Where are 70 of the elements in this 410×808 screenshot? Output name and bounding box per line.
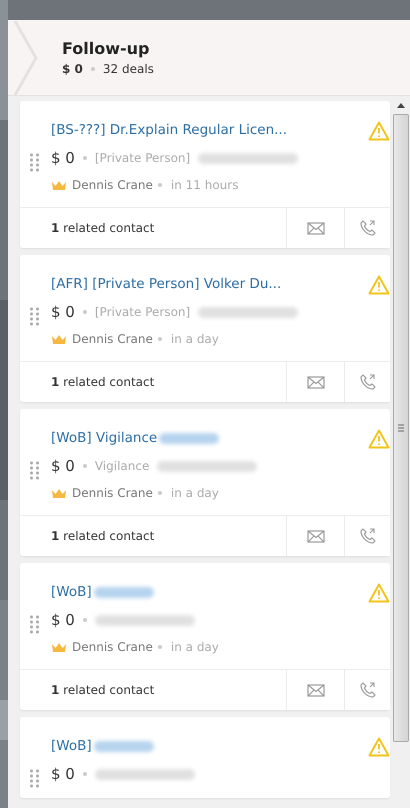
deal-card[interactable]: [WoB] $ 0 — [20, 717, 390, 798]
due-time: in a day — [170, 332, 219, 346]
organization-name: [Private Person] — [94, 305, 190, 319]
deal-title[interactable]: [WoB] — [51, 738, 92, 754]
stage-amount: $ 0 — [62, 62, 83, 76]
scroll-up-icon[interactable] — [397, 102, 405, 108]
deal-title[interactable]: [BS-???] Dr.Explain Regular Licen... — [51, 122, 287, 138]
separator-dot — [82, 618, 87, 622]
scroll-thumb[interactable] — [393, 114, 409, 742]
envelope-icon — [306, 376, 324, 388]
deal-title[interactable]: [AFR] [Private Person] Volker Du... — [51, 276, 282, 292]
drag-handle-icon[interactable] — [30, 615, 39, 635]
separator-dot — [82, 464, 87, 468]
crown-icon — [51, 488, 67, 498]
owner-name: Dennis Crane — [72, 332, 153, 346]
drag-handle-icon[interactable] — [30, 769, 39, 789]
separator-dot — [158, 337, 162, 341]
organization-name: Vigilance — [94, 459, 150, 473]
envelope-icon — [306, 222, 324, 234]
phone-icon — [358, 681, 376, 699]
related-contacts[interactable]: 1 related contact — [51, 529, 154, 543]
due-time: in a day — [170, 486, 219, 500]
drag-handle-icon[interactable] — [30, 461, 39, 481]
related-contacts[interactable]: 1 related contact — [51, 221, 154, 235]
deal-card[interactable]: [WoB] Vigilance $ 0 Vigilance Dennis Crane in a day 1 related contact — [20, 409, 390, 556]
email-button[interactable] — [286, 670, 344, 710]
deal-value: $ 0 — [51, 149, 75, 167]
separator-dot — [82, 156, 87, 160]
envelope-icon — [306, 530, 324, 542]
organization-name: [Private Person] — [94, 151, 190, 165]
related-contacts[interactable]: 1 related contact — [51, 683, 154, 697]
due-time: in a day — [170, 640, 219, 654]
deal-card[interactable]: [WoB] $ 0 Dennis Crane in a day 1 related contact — [20, 563, 390, 710]
owner-name: Dennis Crane — [72, 178, 153, 192]
owner-name: Dennis Crane — [72, 640, 153, 654]
crown-icon — [51, 180, 67, 190]
separator-dot — [158, 183, 162, 187]
separator-dot — [158, 491, 162, 495]
related-contacts[interactable]: 1 related contact — [51, 375, 154, 389]
call-button[interactable] — [344, 362, 390, 402]
due-time: in 11 hours — [170, 178, 238, 192]
deal-count: 32 deals — [102, 62, 154, 76]
crown-icon — [51, 642, 67, 652]
envelope-icon — [306, 684, 324, 696]
deal-value: $ 0 — [51, 765, 75, 783]
deal-title[interactable]: [WoB] Vigilance — [51, 430, 158, 446]
deal-card[interactable]: [AFR] [Private Person] Volker Du... $ 0 [Private Person] Dennis Crane in a day 1 related contact — [20, 255, 390, 402]
separator-dot — [90, 67, 95, 71]
email-button[interactable] — [286, 208, 344, 248]
separator-dot — [82, 310, 87, 314]
call-button[interactable] — [344, 670, 390, 710]
separator-dot — [158, 645, 162, 649]
deal-value: $ 0 — [51, 303, 75, 321]
drag-handle-icon[interactable] — [30, 307, 39, 327]
stage-title: Follow-up — [62, 39, 150, 58]
crown-icon — [51, 334, 67, 344]
phone-icon — [358, 527, 376, 545]
email-button[interactable] — [286, 516, 344, 556]
separator-dot — [82, 772, 87, 776]
call-button[interactable] — [344, 208, 390, 248]
email-button[interactable] — [286, 362, 344, 402]
deal-value: $ 0 — [51, 457, 75, 475]
phone-icon — [358, 219, 376, 237]
phone-icon — [358, 373, 376, 391]
deal-title[interactable]: [WoB] — [51, 584, 92, 600]
drag-handle-icon[interactable] — [30, 153, 39, 173]
deal-card[interactable]: [BS-???] Dr.Explain Regular Licen... $ 0 [Private Person] Dennis Crane in 11 hours 1 related contact — [20, 101, 390, 248]
call-button[interactable] — [344, 516, 390, 556]
deal-value: $ 0 — [51, 611, 75, 629]
owner-name: Dennis Crane — [72, 486, 153, 500]
